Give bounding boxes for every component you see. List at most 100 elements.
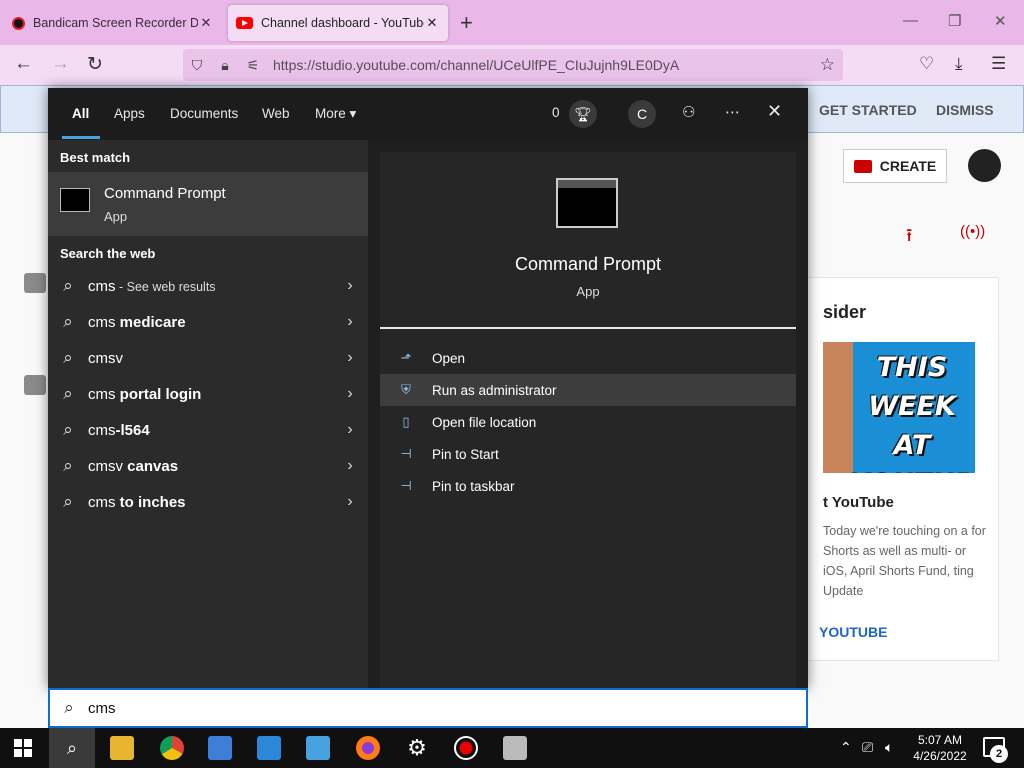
bandicam-record-icon[interactable]	[454, 736, 478, 760]
best-match-item[interactable]: Command Prompt App	[48, 172, 368, 236]
address-bar[interactable]: ⛉ 🔒︎ ⚟ https://studio.youtube.com/channe…	[183, 49, 843, 81]
permissions-icon[interactable]: ⚟	[239, 57, 267, 74]
downloads-icon[interactable]: ⤓	[955, 54, 963, 74]
pin-icon: ⊣	[400, 478, 412, 493]
dashboard-icon[interactable]	[24, 273, 46, 293]
chevron-right-icon[interactable]: ›	[332, 493, 368, 511]
chevron-right-icon[interactable]: ›	[332, 421, 368, 439]
tab-all[interactable]: All	[72, 106, 89, 121]
web-result-item[interactable]: ⌕ cmsv ›	[48, 340, 368, 376]
restore-button[interactable]: ❐	[948, 12, 961, 30]
action-label: Open	[432, 350, 466, 366]
web-result-text: cmsv	[88, 350, 332, 367]
detail-subtitle: App	[576, 284, 600, 299]
news-card: sider THIS WEEK AT YOUTUBE t YouTube Tod…	[800, 277, 999, 661]
chevron-right-icon[interactable]: ›	[332, 313, 368, 331]
menu-icon[interactable]: ☰	[991, 54, 1006, 74]
record-dot-icon	[12, 16, 25, 30]
web-result-suggestion: -l564	[115, 421, 150, 439]
url-text[interactable]: https://studio.youtube.com/channel/UCeUl…	[273, 57, 679, 73]
close-icon[interactable]: ✕	[767, 101, 782, 122]
file-explorer-icon[interactable]	[110, 736, 134, 760]
web-result-item[interactable]: ⌕ cmsv canvas ›	[48, 448, 368, 484]
user-account-button[interactable]: C	[628, 100, 656, 128]
volume-icon[interactable]: 🔈︎	[885, 739, 893, 756]
search-input[interactable]: ⌕ cms	[48, 688, 808, 728]
file-icon: ▯	[402, 414, 410, 429]
action-label: Open file location	[432, 414, 537, 430]
get-started-button[interactable]: GET STARTED	[819, 102, 917, 118]
tab-documents[interactable]: Documents	[170, 106, 238, 121]
chevron-right-icon[interactable]: ›	[332, 385, 368, 403]
system-clock[interactable]: 5:07 AM 4/26/2022	[905, 732, 975, 764]
tab-bandicam[interactable]: Bandicam Screen Recorder Dow ✕	[4, 5, 222, 41]
tab-apps[interactable]: Apps	[114, 106, 145, 121]
search-icon: ⌕	[63, 348, 73, 367]
chevron-right-icon[interactable]: ›	[332, 277, 368, 295]
tab-close-icon[interactable]: ✕	[424, 15, 440, 31]
web-result-text: cms medicare	[88, 314, 332, 331]
tab-close-icon[interactable]: ✕	[198, 15, 214, 31]
taskbar-search-icon[interactable]: ⌕	[49, 728, 95, 768]
settings-gear-icon[interactable]: ⚙	[405, 736, 429, 760]
app-window-icon[interactable]	[503, 736, 527, 760]
network-icon[interactable]: ⎚	[862, 739, 873, 756]
search-icon: ⌕	[63, 492, 73, 511]
bookmark-star-icon[interactable]: ☆	[820, 55, 835, 75]
close-window-button[interactable]: ✕	[994, 12, 1007, 30]
web-result-item[interactable]: ⌕ cms-l564 ›	[48, 412, 368, 448]
thumbnail-text: THIS WEEK AT YOUTUBE	[851, 352, 975, 473]
chrome-icon[interactable]	[160, 736, 184, 760]
windows-start-icon[interactable]	[14, 739, 32, 757]
new-tab-button[interactable]: +	[460, 10, 473, 36]
best-match-subtitle: App	[104, 209, 128, 224]
action-run-as-administrator[interactable]: ⛨ Run as administrator	[380, 374, 796, 406]
back-button[interactable]: ←	[14, 53, 33, 75]
chevron-right-icon[interactable]: ›	[332, 349, 368, 367]
action-open-file-location[interactable]: ▯ Open file location	[380, 406, 796, 438]
web-result-item[interactable]: ⌕ cms medicare ›	[48, 304, 368, 340]
chevron-right-icon[interactable]: ›	[332, 457, 368, 475]
trophy-icon[interactable]: 🏆︎	[569, 100, 597, 128]
upload-icon[interactable]: ⭱	[906, 223, 912, 253]
action-label: Pin to taskbar	[432, 478, 515, 494]
tab-web[interactable]: Web	[262, 106, 290, 121]
control-panel-icon[interactable]	[306, 736, 330, 760]
action-open[interactable]: ⬏ Open	[380, 342, 796, 374]
web-result-query: cms	[88, 493, 120, 511]
create-button[interactable]: CREATE	[843, 149, 947, 183]
shield-icon[interactable]: ⛉	[183, 57, 211, 74]
tab-youtube-dashboard[interactable]: Channel dashboard - YouTube ✕	[228, 5, 448, 41]
tab-more[interactable]: More ▾	[315, 106, 356, 122]
avatar[interactable]	[968, 149, 1001, 182]
card-title: sider	[823, 302, 867, 322]
search-query[interactable]: cms	[88, 700, 116, 717]
pocket-icon[interactable]: ♡	[919, 54, 934, 74]
search-icon: ⌕	[64, 698, 74, 717]
microsoft-store-icon[interactable]	[208, 736, 232, 760]
card-link[interactable]: YOUTUBE	[819, 624, 887, 640]
video-thumbnail[interactable]: THIS WEEK AT YOUTUBE	[823, 342, 975, 473]
card-body: Today we're touching on a for Shorts as …	[823, 524, 986, 598]
divider	[380, 327, 796, 329]
web-result-item[interactable]: ⌕ cms portal login ›	[48, 376, 368, 412]
dismiss-button[interactable]: DISMISS	[936, 102, 994, 118]
remote-desktop-icon[interactable]	[257, 736, 281, 760]
web-result-item[interactable]: ⌕ cms to inches ›	[48, 484, 368, 520]
action-pin-to-taskbar[interactable]: ⊣ Pin to taskbar	[380, 470, 796, 502]
more-options-icon[interactable]: ⋯	[725, 103, 740, 121]
forward-button[interactable]: →	[51, 53, 70, 75]
best-match-title: Command Prompt	[104, 185, 226, 202]
go-live-icon[interactable]: ((•))	[960, 223, 985, 240]
reload-button[interactable]: ↻	[87, 53, 103, 76]
lock-icon[interactable]: 🔒︎	[211, 57, 239, 74]
action-pin-to-start[interactable]: ⊣ Pin to Start	[380, 438, 796, 470]
firefox-icon[interactable]	[356, 736, 380, 760]
analytics-icon[interactable]	[24, 375, 46, 395]
minimize-button[interactable]: —	[903, 12, 918, 29]
web-result-item[interactable]: ⌕ cms - See web results ›	[48, 268, 368, 304]
chevron-up-icon[interactable]: ⌃	[840, 739, 852, 756]
feedback-icon[interactable]: ⚇	[682, 103, 695, 121]
web-result-suggestion: medicare	[119, 313, 186, 331]
clock-date: 4/26/2022	[913, 749, 967, 763]
